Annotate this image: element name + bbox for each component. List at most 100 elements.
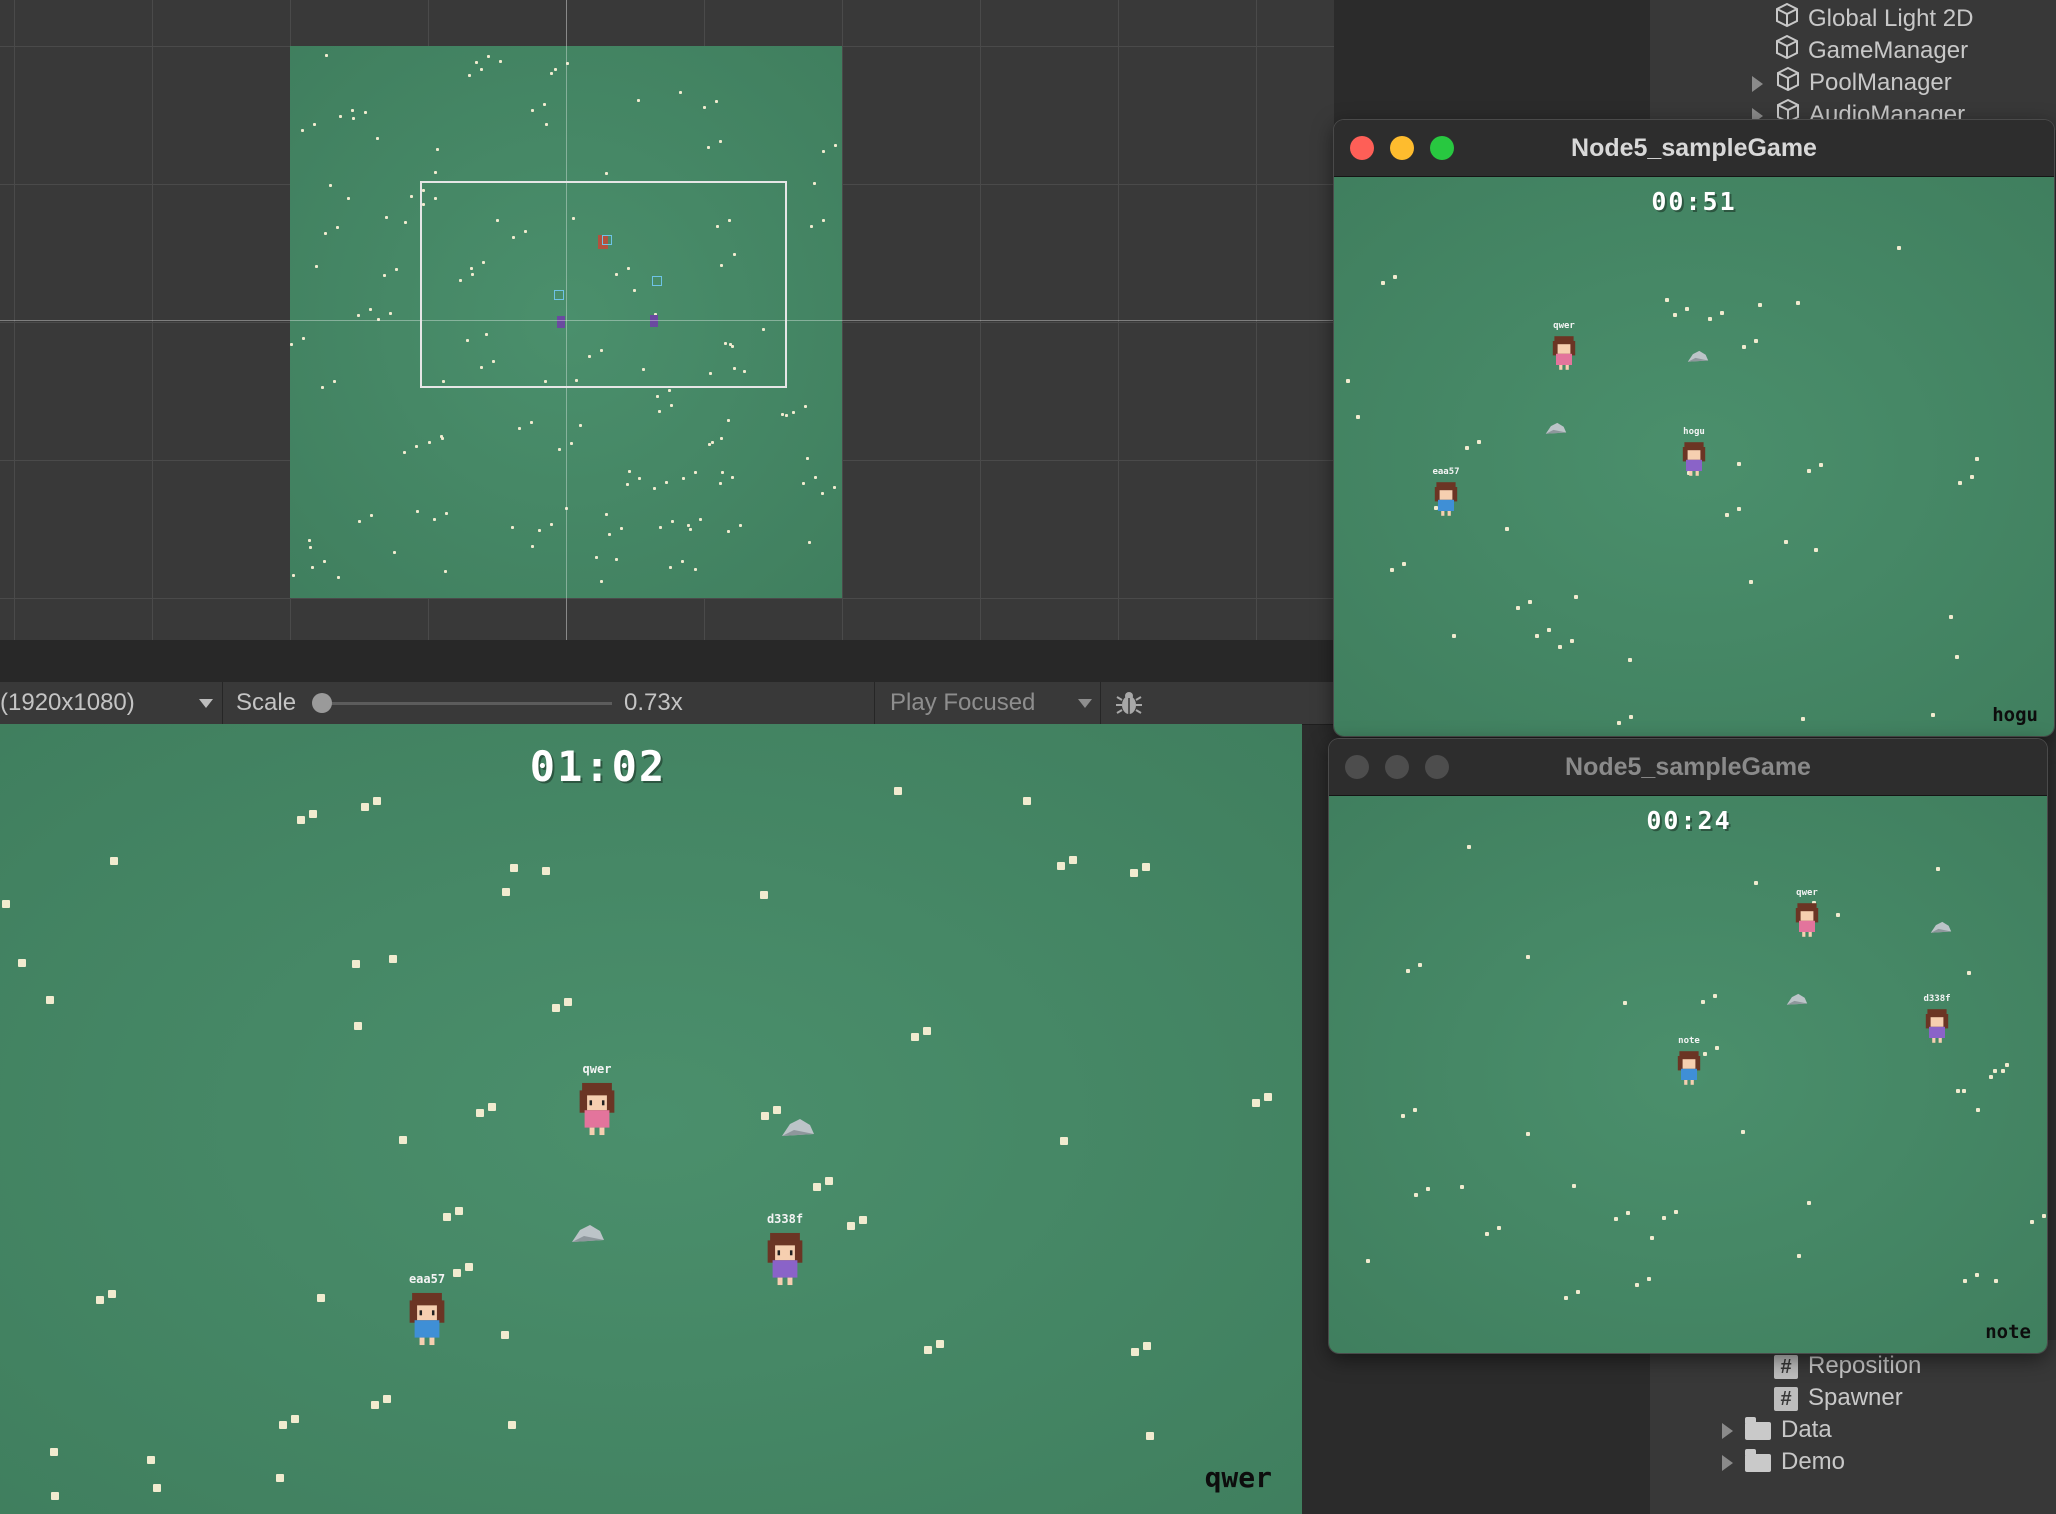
- character-sprite: [409, 1292, 445, 1346]
- window-game-view[interactable]: qwer hogu eaa57 00:51 hogu: [1334, 177, 2054, 736]
- flower-tile: [1949, 615, 1953, 619]
- camera-bounds-rect[interactable]: [420, 181, 787, 388]
- expand-arrow-icon[interactable]: [1722, 1422, 1733, 1439]
- player-character[interactable]: note: [1673, 1036, 1705, 1088]
- resolution-dropdown[interactable]: (1920x1080): [0, 682, 135, 724]
- expand-arrow-icon[interactable]: [1722, 1454, 1733, 1471]
- character-sprite: [1677, 1051, 1701, 1085]
- flower-tile: [364, 111, 367, 114]
- flower-tile: [550, 523, 553, 526]
- character-name-label: eaa57: [408, 1272, 446, 1286]
- toolbar-divider: [1100, 682, 1101, 724]
- flower-tile: [1685, 307, 1689, 311]
- chevron-down-icon[interactable]: [199, 699, 213, 708]
- flower-tile: [1993, 1069, 1997, 1073]
- flower-tile: [371, 1401, 379, 1409]
- flower-tile: [1452, 634, 1456, 638]
- character-name-label: d338f: [766, 1212, 804, 1226]
- chevron-down-icon[interactable]: [1078, 699, 1092, 708]
- flower-tile: [739, 524, 742, 527]
- flower-tile: [1628, 658, 1632, 662]
- flower-tile: [620, 527, 623, 530]
- project-folder-label: Data: [1781, 1416, 1832, 1443]
- scale-slider-handle[interactable]: [312, 693, 332, 713]
- flower-tile: [637, 99, 640, 102]
- flower-tile: [1967, 971, 1971, 975]
- flower-tile: [810, 225, 813, 228]
- game-view[interactable]: qwer d338f eaa57 01:02 qwer: [0, 724, 1302, 1514]
- flower-tile: [339, 115, 342, 118]
- flower-tile: [804, 405, 807, 408]
- flower-tile: [859, 1216, 867, 1224]
- flower-tile: [822, 150, 825, 153]
- flower-tile: [476, 1109, 484, 1117]
- enemy-character[interactable]: eaa57: [402, 1272, 452, 1348]
- flower-tile: [291, 1415, 299, 1423]
- window-title-bar[interactable]: Node5_sampleGame: [1334, 120, 2054, 177]
- project-folder-data[interactable]: Data: [1722, 1414, 1832, 1446]
- flower-tile: [389, 955, 397, 963]
- flower-tile: [1801, 717, 1805, 721]
- character[interactable]: d338f: [1921, 994, 1953, 1046]
- flower-tile: [1528, 600, 1532, 604]
- flower-tile: [834, 144, 837, 147]
- character[interactable]: qwer: [1548, 321, 1580, 373]
- flower-tile: [292, 574, 295, 577]
- project-item-reposition-script[interactable]: # Reposition: [1774, 1350, 1921, 1382]
- flower-tile: [444, 570, 447, 573]
- project-item-spawner-script[interactable]: # Spawner: [1774, 1382, 1903, 1414]
- hierarchy-item-game-manager[interactable]: GameManager: [1774, 34, 1968, 66]
- bug-icon[interactable]: [1114, 688, 1144, 723]
- flower-tile: [727, 530, 730, 533]
- flower-tile: [1576, 1290, 1580, 1294]
- flower-tile: [1057, 862, 1065, 870]
- flower-tile: [833, 486, 836, 489]
- flower-tile: [361, 803, 369, 811]
- hierarchy-item-global-light[interactable]: Global Light 2D: [1774, 2, 1973, 34]
- scale-slider-track[interactable]: [322, 702, 612, 705]
- flower-tile: [488, 1103, 496, 1111]
- player-character[interactable]: qwer: [572, 1062, 622, 1138]
- flower-tile: [570, 442, 573, 445]
- flower-tile: [773, 1106, 781, 1114]
- flower-tile: [564, 998, 572, 1006]
- toolbar-divider: [874, 682, 875, 724]
- game-window-1[interactable]: Node5_sampleGame qwer hogu eaa57 00:51 h…: [1334, 120, 2054, 736]
- flower-tile: [1635, 1283, 1639, 1287]
- flower-tile: [1737, 462, 1741, 466]
- hierarchy-item-pool-manager[interactable]: PoolManager: [1752, 66, 1952, 98]
- rock-sprite: [1687, 350, 1709, 362]
- flower-tile: [1814, 548, 1818, 552]
- flower-tile: [336, 226, 339, 229]
- window-game-view[interactable]: qwer d338f note 00:24 note: [1329, 796, 2047, 1353]
- flower-tile: [1797, 1254, 1801, 1258]
- rock-sprite: [1545, 422, 1567, 434]
- flower-tile: [302, 337, 305, 340]
- flower-tile: [656, 395, 659, 398]
- play-mode-dropdown[interactable]: Play Focused: [890, 682, 1035, 724]
- hierarchy-item-label: GameManager: [1808, 36, 1969, 64]
- player-character[interactable]: hogu: [1678, 427, 1710, 479]
- window-title-bar[interactable]: Node5_sampleGame: [1329, 739, 2047, 796]
- flower-tile: [785, 414, 788, 417]
- flower-tile: [383, 274, 386, 277]
- expand-arrow-icon[interactable]: [1752, 75, 1763, 92]
- flower-tile: [579, 424, 582, 427]
- flower-tile: [416, 510, 419, 513]
- character-sprite: [1682, 442, 1706, 476]
- flower-tile: [659, 526, 662, 529]
- flower-tile: [1413, 1108, 1417, 1112]
- character[interactable]: eaa57: [1430, 467, 1462, 519]
- enemy-character[interactable]: d338f: [760, 1212, 810, 1288]
- flower-tile: [309, 810, 317, 818]
- project-folder-demo[interactable]: Demo: [1722, 1446, 1845, 1478]
- scene-view[interactable]: [0, 0, 1334, 640]
- flower-tile: [1460, 1185, 1464, 1189]
- flower-tile: [719, 482, 722, 485]
- flower-tile: [309, 546, 312, 549]
- character[interactable]: qwer: [1791, 888, 1823, 940]
- flower-tile: [1426, 1187, 1430, 1191]
- flower-tile: [480, 68, 483, 71]
- game-window-2[interactable]: Node5_sampleGame qwer d338f note 00:24 n…: [1329, 739, 2047, 1353]
- character-name-label: qwer: [1796, 888, 1818, 898]
